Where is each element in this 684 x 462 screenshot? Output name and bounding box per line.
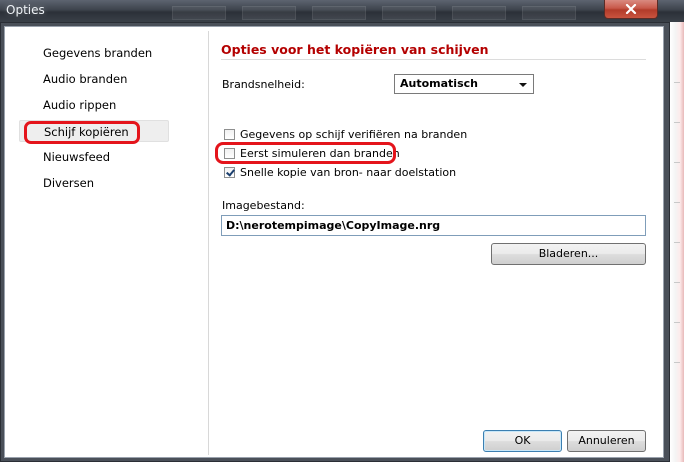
speed-label: Brandsnelheid: <box>222 78 305 91</box>
background-window-edge <box>670 22 684 462</box>
heading-divider <box>221 59 646 60</box>
section-heading: Opties voor het kopiëren van schijven <box>221 42 489 57</box>
cancel-button[interactable]: Annuleren <box>567 430 646 452</box>
simulate-checkbox[interactable] <box>224 147 235 159</box>
background-taskbar-ghost <box>150 6 670 20</box>
close-icon <box>625 4 637 14</box>
verify-checkbox[interactable] <box>224 128 235 140</box>
sidebar-item-audio-rippen[interactable]: Audio rippen <box>19 94 169 116</box>
image-file-label: Imagebestand: <box>222 199 305 212</box>
chevron-down-icon <box>519 83 527 87</box>
fast-copy-checkbox-label: Snelle kopie van bron- naar doelstation <box>240 165 457 179</box>
simulate-checkbox-row[interactable]: Eerst simuleren dan branden <box>224 145 400 161</box>
ok-button[interactable]: OK <box>483 430 562 452</box>
close-button[interactable] <box>604 0 658 19</box>
simulate-checkbox-label: Eerst simuleren dan branden <box>240 146 400 160</box>
sidebar-item-schijf-kopieren[interactable]: Schijf kopiëren <box>19 120 169 142</box>
window-title: Opties <box>6 3 45 17</box>
sidebar-separator <box>208 31 209 455</box>
sidebar-item-diversen[interactable]: Diversen <box>19 172 169 194</box>
options-sidebar: Gegevens branden Audio branden Audio rip… <box>9 31 205 451</box>
fast-copy-checkbox[interactable] <box>224 166 235 178</box>
speed-dropdown-value: Automatisch <box>400 77 478 90</box>
verify-checkbox-row[interactable]: Gegevens op schijf verifiëren na branden <box>224 126 467 142</box>
image-file-input[interactable]: D:\nerotempimage\CopyImage.nrg <box>221 215 646 236</box>
sidebar-item-audio-branden[interactable]: Audio branden <box>19 68 169 90</box>
title-bar: Opties <box>0 0 684 22</box>
fast-copy-checkbox-row[interactable]: Snelle kopie van bron- naar doelstation <box>224 164 456 180</box>
speed-dropdown[interactable]: Automatisch <box>394 74 534 94</box>
sidebar-item-gegevens-branden[interactable]: Gegevens branden <box>19 42 169 64</box>
sidebar-item-nieuwsfeed[interactable]: Nieuwsfeed <box>19 146 169 168</box>
browse-button[interactable]: Bladeren... <box>491 243 646 265</box>
verify-checkbox-label: Gegevens op schijf verifiëren na branden <box>240 127 468 141</box>
